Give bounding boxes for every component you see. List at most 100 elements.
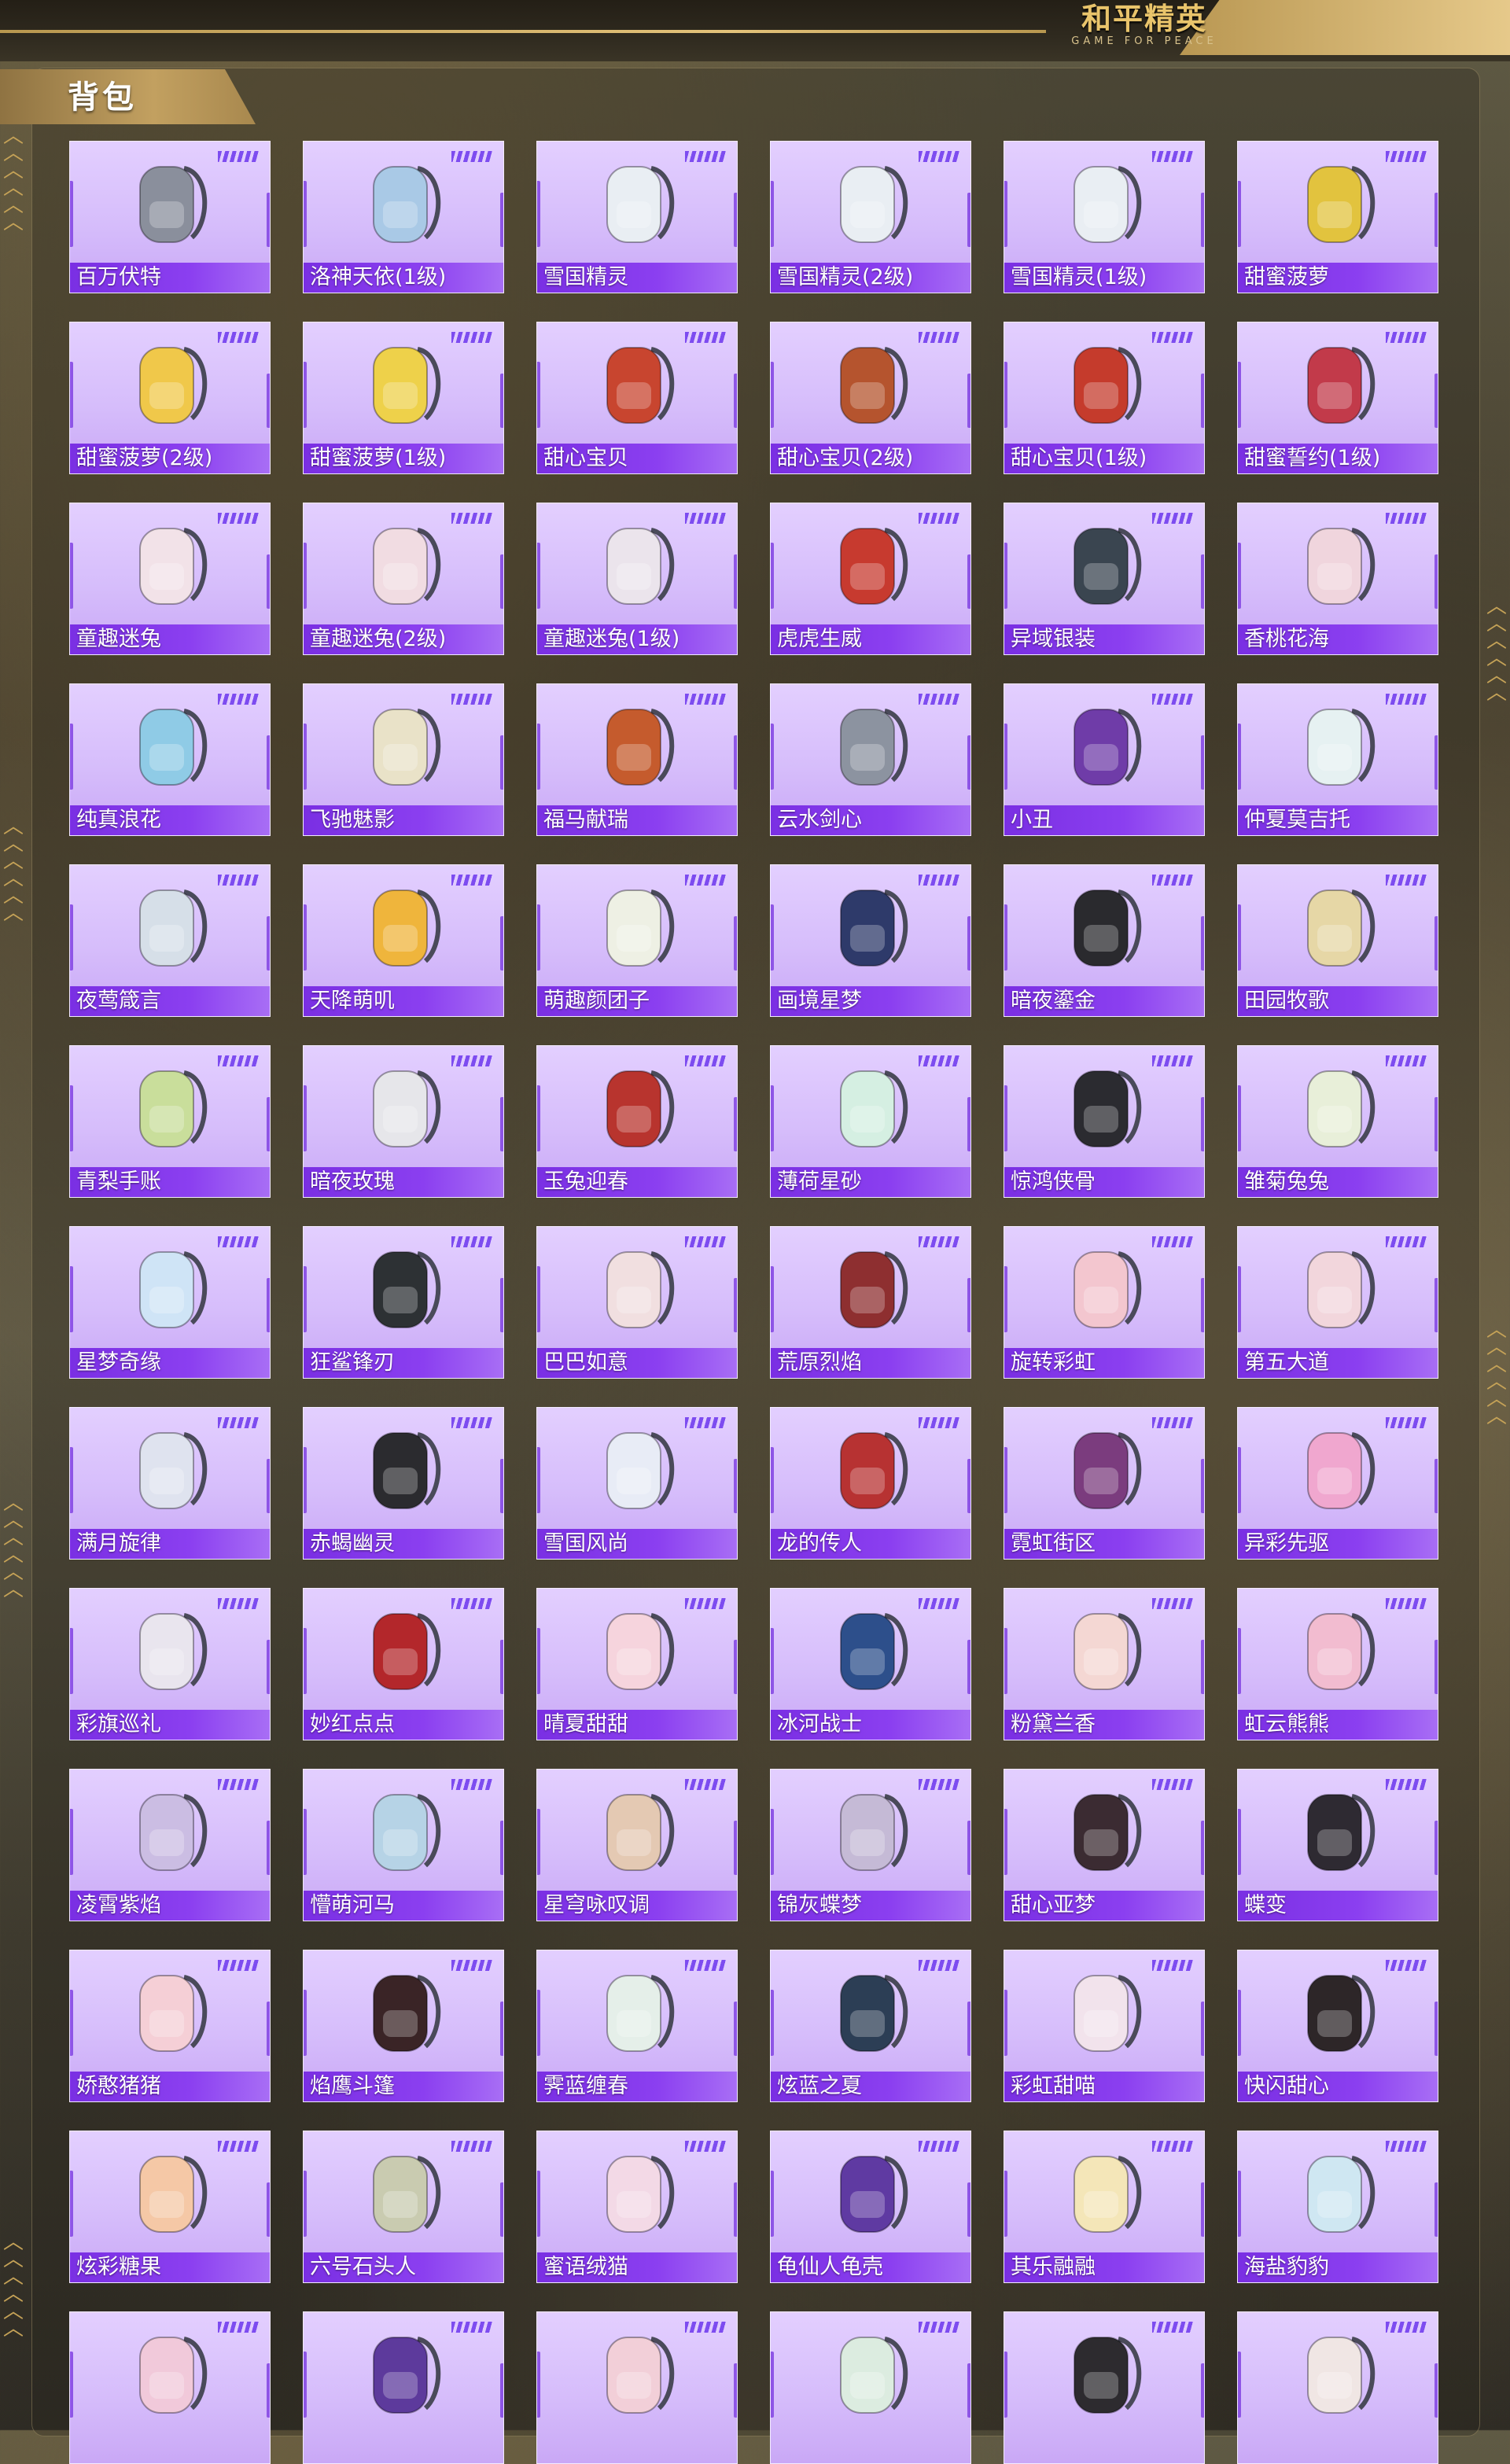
rarity-stripes-icon bbox=[685, 332, 726, 343]
backpack-card[interactable]: 萌趣颜团子 bbox=[536, 864, 738, 1017]
backpack-card[interactable]: 画境星梦 bbox=[770, 864, 971, 1017]
rarity-stripes-icon bbox=[451, 1417, 492, 1428]
rarity-stripes-icon bbox=[919, 1055, 959, 1066]
backpack-card[interactable]: 霓虹街区 bbox=[1004, 1407, 1205, 1560]
backpack-card[interactable]: 雪国精灵(2级) bbox=[770, 141, 971, 293]
backpack-card[interactable]: 异域银装 bbox=[1004, 503, 1205, 655]
backpack-card[interactable]: 冰河战士 bbox=[770, 1588, 971, 1740]
backpack-name: 懵萌河马 bbox=[304, 1891, 503, 1921]
backpack-card[interactable]: 凌霄紫焰 bbox=[69, 1769, 271, 1921]
rarity-stripes-icon bbox=[1386, 151, 1427, 162]
backpack-card[interactable]: 童趣迷兔 bbox=[69, 503, 271, 655]
backpack-card[interactable]: 雪国精灵 bbox=[536, 141, 738, 293]
backpack-card[interactable]: 荒原烈焰 bbox=[770, 1226, 971, 1379]
backpack-card[interactable]: 霁蓝缠春 bbox=[536, 1950, 738, 2102]
backpack-card[interactable]: 炫彩糖果 bbox=[69, 2131, 271, 2283]
backpack-card[interactable]: 龟仙人龟壳 bbox=[770, 2131, 971, 2283]
backpack-card[interactable] bbox=[536, 2311, 738, 2464]
backpack-card[interactable]: 青梨手账 bbox=[69, 1045, 271, 1198]
backpack-card[interactable]: 纯真浪花 bbox=[69, 683, 271, 836]
backpack-card[interactable]: 炫蓝之夏 bbox=[770, 1950, 971, 2102]
backpack-card[interactable]: 满月旋律 bbox=[69, 1407, 271, 1560]
backpack-card[interactable]: 六号石头人 bbox=[303, 2131, 504, 2283]
backpack-card[interactable]: 洛神天依(1级) bbox=[303, 141, 504, 293]
rarity-stripes-icon bbox=[685, 513, 726, 524]
backpack-card[interactable]: 焰鹰斗篷 bbox=[303, 1950, 504, 2102]
backpack-card[interactable]: 甜心亚梦 bbox=[1004, 1769, 1205, 1921]
backpack-card[interactable]: 仲夏莫吉托 bbox=[1237, 683, 1438, 836]
backpack-card[interactable]: 夜莺箴言 bbox=[69, 864, 271, 1017]
backpack-card[interactable]: 暗夜鎏金 bbox=[1004, 864, 1205, 1017]
rarity-stripes-icon bbox=[1152, 1598, 1193, 1609]
backpack-card[interactable]: 玉兔迎春 bbox=[536, 1045, 738, 1198]
rarity-stripes-icon bbox=[685, 1055, 726, 1066]
backpack-card[interactable] bbox=[69, 2311, 271, 2464]
backpack-icon bbox=[606, 166, 675, 243]
backpack-icon bbox=[606, 1070, 675, 1147]
game-logo-cn: 和平精英 bbox=[1081, 1, 1207, 36]
backpack-card[interactable]: 快闪甜心 bbox=[1237, 1950, 1438, 2102]
backpack-card[interactable]: 甜心宝贝 bbox=[536, 322, 738, 474]
backpack-card[interactable]: 狂鲨锋刃 bbox=[303, 1226, 504, 1379]
backpack-card[interactable]: 赤蝎幽灵 bbox=[303, 1407, 504, 1560]
backpack-icon bbox=[373, 1975, 441, 2052]
backpack-card[interactable]: 天降萌叽 bbox=[303, 864, 504, 1017]
backpack-card[interactable]: 锦灰蝶梦 bbox=[770, 1769, 971, 1921]
backpack-card[interactable]: 雪国精灵(1级) bbox=[1004, 141, 1205, 293]
backpack-card[interactable]: 暗夜玫瑰 bbox=[303, 1045, 504, 1198]
backpack-card[interactable]: 雏菊兔兔 bbox=[1237, 1045, 1438, 1198]
backpack-card[interactable] bbox=[770, 2311, 971, 2464]
backpack-card[interactable]: 晴夏甜甜 bbox=[536, 1588, 738, 1740]
backpack-card[interactable]: 异彩先驱 bbox=[1237, 1407, 1438, 1560]
backpack-card[interactable]: 童趣迷兔(1级) bbox=[536, 503, 738, 655]
backpack-card[interactable]: 小丑 bbox=[1004, 683, 1205, 836]
backpack-card[interactable]: 其乐融融 bbox=[1004, 2131, 1205, 2283]
backpack-card[interactable]: 飞驰魅影 bbox=[303, 683, 504, 836]
backpack-card[interactable]: 彩旗巡礼 bbox=[69, 1588, 271, 1740]
backpack-card[interactable]: 甜蜜誓约(1级) bbox=[1237, 322, 1438, 474]
backpack-card[interactable]: 甜心宝贝(1级) bbox=[1004, 322, 1205, 474]
rarity-stripes-icon bbox=[218, 694, 259, 705]
backpack-icon bbox=[1074, 528, 1142, 605]
backpack-card[interactable]: 龙的传人 bbox=[770, 1407, 971, 1560]
backpack-card[interactable]: 妙红点点 bbox=[303, 1588, 504, 1740]
backpack-card[interactable]: 旋转彩虹 bbox=[1004, 1226, 1205, 1379]
backpack-card[interactable]: 田园牧歌 bbox=[1237, 864, 1438, 1017]
backpack-card[interactable]: 甜蜜菠萝(1级) bbox=[303, 322, 504, 474]
backpack-card[interactable]: 甜蜜菠萝(2级) bbox=[69, 322, 271, 474]
backpack-card[interactable]: 粉黛兰香 bbox=[1004, 1588, 1205, 1740]
backpack-name: 巴巴如意 bbox=[537, 1348, 737, 1378]
backpack-card[interactable]: 星穹咏叹调 bbox=[536, 1769, 738, 1921]
backpack-card[interactable]: 巴巴如意 bbox=[536, 1226, 738, 1379]
backpack-card[interactable]: 第五大道 bbox=[1237, 1226, 1438, 1379]
backpack-card[interactable]: 海盐豹豹 bbox=[1237, 2131, 1438, 2283]
backpack-card[interactable] bbox=[1237, 2311, 1438, 2464]
backpack-card[interactable]: 甜心宝贝(2级) bbox=[770, 322, 971, 474]
backpack-card[interactable]: 蝶变 bbox=[1237, 1769, 1438, 1921]
backpack-name: 薄荷星砂 bbox=[771, 1167, 970, 1197]
backpack-card[interactable]: 惊鸿侠骨 bbox=[1004, 1045, 1205, 1198]
backpack-card[interactable]: 香桃花海 bbox=[1237, 503, 1438, 655]
backpack-card[interactable]: 虎虎生威 bbox=[770, 503, 971, 655]
backpack-card[interactable]: 童趣迷兔(2级) bbox=[303, 503, 504, 655]
backpack-card[interactable] bbox=[1004, 2311, 1205, 2464]
backpack-name: 雪国精灵(2级) bbox=[771, 263, 970, 293]
backpack-card[interactable]: 百万伏特 bbox=[69, 141, 271, 293]
backpack-card[interactable]: 蜜语绒猫 bbox=[536, 2131, 738, 2283]
backpack-card[interactable]: 彩虹甜喵 bbox=[1004, 1950, 1205, 2102]
backpack-card[interactable]: 云水剑心 bbox=[770, 683, 971, 836]
backpack-card[interactable]: 虹云熊熊 bbox=[1237, 1588, 1438, 1740]
backpack-name: 百万伏特 bbox=[70, 263, 270, 293]
backpack-card[interactable] bbox=[303, 2311, 504, 2464]
backpack-name: 其乐融融 bbox=[1004, 2252, 1204, 2282]
backpack-card[interactable]: 甜蜜菠萝 bbox=[1237, 141, 1438, 293]
backpack-icon bbox=[373, 1432, 441, 1509]
backpack-card[interactable]: 雪国风尚 bbox=[536, 1407, 738, 1560]
backpack-card[interactable]: 福马献瑞 bbox=[536, 683, 738, 836]
backpack-card[interactable]: 娇憨猪猪 bbox=[69, 1950, 271, 2102]
rarity-stripes-icon bbox=[218, 1779, 259, 1790]
backpack-icon bbox=[840, 1613, 908, 1690]
backpack-card[interactable]: 薄荷星砂 bbox=[770, 1045, 971, 1198]
backpack-card[interactable]: 懵萌河马 bbox=[303, 1769, 504, 1921]
backpack-card[interactable]: 星梦奇缘 bbox=[69, 1226, 271, 1379]
